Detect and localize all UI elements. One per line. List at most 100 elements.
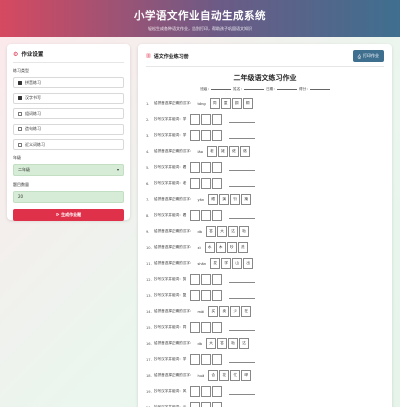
choice-box[interactable]: 同 xyxy=(209,98,220,109)
question-row: 6. 抄写汉字并组词：老 xyxy=(146,178,384,189)
writing-box[interactable] xyxy=(190,130,201,141)
choice-box[interactable]: 达 xyxy=(239,338,250,349)
checkbox[interactable] xyxy=(18,127,22,131)
print-button[interactable]: ⎙ 打印作业 xyxy=(352,50,384,62)
answer-line[interactable] xyxy=(229,180,256,187)
writing-box[interactable] xyxy=(201,130,212,141)
writing-box[interactable] xyxy=(212,386,223,397)
writing-box[interactable] xyxy=(190,290,201,301)
checkbox[interactable] xyxy=(18,80,22,85)
type-option[interactable]: 造句练习 xyxy=(13,123,124,135)
generate-button[interactable]: ⟳ 生成作业题 xyxy=(13,208,124,221)
writing-box[interactable] xyxy=(212,114,223,125)
choice-box[interactable]: 姥 xyxy=(217,146,228,157)
choice-box[interactable]: 少 xyxy=(230,306,241,317)
writing-box[interactable] xyxy=(190,386,201,397)
writing-box[interactable] xyxy=(190,114,201,125)
choice-box[interactable]: 达 xyxy=(228,226,239,237)
type-option[interactable]: 组词练习 xyxy=(13,108,124,119)
writing-box[interactable] xyxy=(201,322,212,333)
writing-box[interactable] xyxy=(190,178,201,189)
choice-box[interactable]: 童 xyxy=(220,98,231,109)
checkbox[interactable] xyxy=(18,96,22,100)
answer-line[interactable] xyxy=(229,132,256,139)
writing-box[interactable] xyxy=(212,354,223,365)
type-option[interactable]: 拼音练习 xyxy=(13,77,124,88)
choice-box[interactable]: 山 xyxy=(232,258,243,269)
choice-box[interactable]: 木 xyxy=(215,242,226,253)
writing-box[interactable] xyxy=(201,114,212,125)
answer-line[interactable] xyxy=(229,324,256,331)
writing-box[interactable] xyxy=(201,274,212,285)
choice-box[interactable]: 哒 xyxy=(239,226,250,237)
checkbox[interactable] xyxy=(18,142,22,147)
answer-line[interactable] xyxy=(229,356,256,363)
choice-box[interactable]: 学 xyxy=(221,258,232,269)
choice-box[interactable]: 合 xyxy=(208,370,219,381)
answer-line[interactable] xyxy=(229,116,256,123)
choice-box[interactable]: 眼 xyxy=(208,194,219,205)
choice-box[interactable]: 买 xyxy=(208,306,219,317)
writing-box[interactable] xyxy=(201,178,212,189)
writing-box[interactable] xyxy=(212,210,223,221)
choice-box[interactable]: 衍 xyxy=(230,194,241,205)
writing-box[interactable] xyxy=(212,322,223,333)
choice-box[interactable]: 出 xyxy=(243,258,254,269)
choice-box[interactable]: 烙 xyxy=(239,146,250,157)
choice-box[interactable]: 大 xyxy=(206,338,217,349)
choice-box[interactable]: 答 xyxy=(206,226,217,237)
answer-line[interactable] xyxy=(229,292,256,299)
choice-box[interactable]: 哒 xyxy=(228,338,239,349)
writing-box[interactable] xyxy=(190,162,201,173)
answer-line[interactable] xyxy=(229,388,256,395)
question-number: 4. xyxy=(146,149,150,154)
choice-box[interactable]: 在 xyxy=(241,306,252,317)
question-row: 18. 给拼音选择正确的汉字： huā 合花忙哗 xyxy=(146,370,384,381)
writing-box[interactable] xyxy=(201,402,212,407)
choice-box[interactable]: 掩 xyxy=(241,194,252,205)
choice-box[interactable]: 卖 xyxy=(219,306,230,317)
writing-box[interactable] xyxy=(190,354,201,365)
type-option[interactable]: 汉字书写 xyxy=(13,92,124,104)
choice-box[interactable]: 花 xyxy=(219,370,230,381)
choice-box[interactable]: 吵 xyxy=(226,242,237,253)
choice-box[interactable]: 铜 xyxy=(231,98,242,109)
choice-box[interactable]: 老 xyxy=(206,146,217,157)
writing-box[interactable] xyxy=(212,162,223,173)
choice-box[interactable]: 佬 xyxy=(228,146,239,157)
writing-box[interactable] xyxy=(201,386,212,397)
answer-line[interactable] xyxy=(229,212,256,219)
type-option[interactable]: 近义词练习 xyxy=(13,139,124,150)
writing-box[interactable] xyxy=(212,178,223,189)
choice-box[interactable]: 演 xyxy=(219,194,230,205)
choice-box[interactable]: 洗 xyxy=(237,242,248,253)
choice-box[interactable]: 桐 xyxy=(242,98,253,109)
writing-box[interactable] xyxy=(190,210,201,221)
writing-box[interactable] xyxy=(212,290,223,301)
book-icon: ▥ xyxy=(146,53,151,59)
count-input[interactable]: 20 xyxy=(13,190,124,203)
choice-box[interactable]: 哗 xyxy=(241,370,252,381)
writing-box[interactable] xyxy=(201,210,212,221)
writing-box[interactable] xyxy=(212,402,223,407)
writing-box[interactable] xyxy=(190,402,201,407)
writing-box[interactable] xyxy=(201,354,212,365)
writing-box[interactable] xyxy=(190,322,201,333)
choice-box[interactable]: 忙 xyxy=(230,370,241,381)
choice-box[interactable]: 水 xyxy=(204,242,215,253)
question-number: 17. xyxy=(146,357,152,362)
question-row: 7. 给拼音选择正确的汉字： yǎn 眼演衍掩 xyxy=(146,194,384,205)
checkbox[interactable] xyxy=(18,111,22,116)
writing-box[interactable] xyxy=(212,274,223,285)
answer-line[interactable] xyxy=(229,276,256,283)
choice-box[interactable]: 发 xyxy=(210,258,221,269)
writing-box[interactable] xyxy=(201,290,212,301)
writing-box[interactable] xyxy=(201,162,212,173)
grade-select[interactable]: 二年级 ▾ xyxy=(13,163,124,176)
pinyin: dà xyxy=(197,229,203,234)
writing-box[interactable] xyxy=(190,274,201,285)
answer-line[interactable] xyxy=(229,164,256,171)
choice-box[interactable]: 答 xyxy=(217,338,228,349)
choice-box[interactable]: 大 xyxy=(217,226,228,237)
writing-box[interactable] xyxy=(212,130,223,141)
